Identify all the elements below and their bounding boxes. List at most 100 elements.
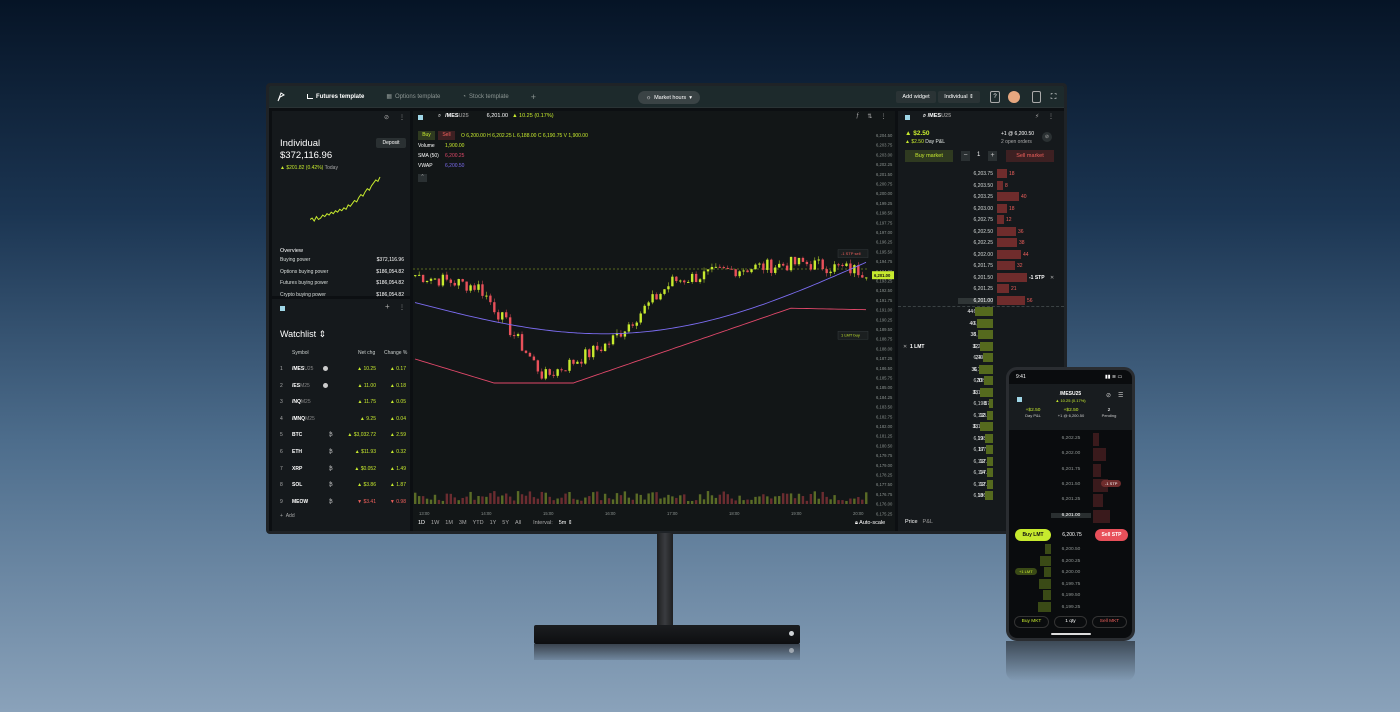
buy-mkt-button[interactable]: Buy MKT [1014, 616, 1049, 628]
tab-futures-template[interactable]: Futures template [296, 86, 375, 108]
phone-ask-row[interactable]: 6,201.25 [1009, 494, 1132, 508]
range-3m[interactable]: 3M [459, 520, 467, 526]
phone-ask-row[interactable]: 6,201.00 [1009, 509, 1132, 523]
watchlist-row[interactable]: 7 XRP ₿ ▲ $0.052 ▲ 1.49 [272, 461, 408, 477]
watchlist-row[interactable]: 8 SOL ₿ ▲ $3.86 ▲ 1.87 [272, 477, 408, 493]
qty-plus-button[interactable]: + [988, 151, 997, 161]
close-icon[interactable]: ✕ [903, 344, 907, 350]
ask-row[interactable]: 6,201.75 32 [898, 260, 1063, 271]
phone-bid-row[interactable]: 6,200.50 [1009, 544, 1132, 556]
phone-lmt-tag[interactable]: +1 LMT [1015, 568, 1037, 575]
help-icon[interactable]: ? [990, 91, 1000, 103]
add-widget-button[interactable]: Add widget [896, 91, 936, 103]
net-change-header[interactable]: Net chg [358, 350, 375, 356]
phone-ask-row[interactable]: 6,202.00 [1009, 448, 1132, 462]
range-all[interactable]: All [515, 520, 521, 526]
ask-row[interactable]: 6,201.25 21 [898, 283, 1063, 294]
orderbook-symbol[interactable]: ⌕ /MESU25 [923, 113, 951, 120]
phone-stp-tag[interactable]: -1 STP [1101, 479, 1122, 487]
qty-minus-button[interactable]: − [961, 151, 970, 161]
ask-row[interactable]: 6,202.00 44 [898, 249, 1063, 260]
range-5y[interactable]: 5Y [502, 520, 509, 526]
lmt-order-tag[interactable]: 1 LMT [910, 344, 924, 350]
ask-row[interactable]: 6,202.25 38 [898, 237, 1063, 248]
phone-ask-row[interactable]: 6,202.25 [1009, 433, 1132, 446]
ask-row[interactable]: 6,203.25 40 [898, 191, 1063, 202]
lmt-order-tag[interactable]: 1 LMT buy [837, 330, 869, 340]
watchlist-row[interactable]: 3/NQM25 ▲ 11.75 ▲ 0.05 [272, 394, 408, 410]
watchlist-row[interactable]: 4/MNQM25 ▲ 9.25 ▲ 0.04 [272, 411, 408, 427]
candlestick-chart[interactable]: 6,204.50 6,203.75 6,203.00 6,202.25 6,201.50… [413, 131, 895, 517]
watchlist-row[interactable]: 2/ESM25 ▲ 11.00 ▲ 0.18 [272, 378, 408, 394]
phone-bid-row[interactable]: 6,199.25 [1009, 601, 1132, 614]
ask-row[interactable]: 6,203.00 18 [898, 203, 1063, 214]
qty-value[interactable]: 1 [977, 152, 980, 158]
phone-bid-row[interactable]: 6,200.00 +1 LMT [1009, 567, 1132, 579]
range-1m[interactable]: 1M [445, 520, 453, 526]
sell-mkt-button[interactable]: Sell MKT [1092, 616, 1127, 628]
ask-row[interactable]: 6,201.00 56 [898, 295, 1063, 306]
watchlist-row[interactable]: 5 BTC ₿ ▲ $3,032.72 ▲ 2.59 [272, 427, 408, 443]
buy-market-button[interactable]: Buy market [905, 150, 953, 162]
tab-price[interactable]: Price [905, 519, 918, 525]
flash-icon[interactable]: ⚡︎ [1035, 113, 1039, 120]
hide-icon[interactable]: ⊘ [384, 114, 389, 121]
ask-row[interactable]: 6,202.50 36 [898, 226, 1063, 237]
range-1d[interactable]: 1D [418, 520, 425, 526]
cancel-orders-icon[interactable]: ⊘ [1042, 132, 1052, 142]
layout-icon[interactable] [1032, 91, 1041, 103]
stp-order-tag[interactable]: -1 STP [1029, 275, 1045, 281]
add-symbol-icon[interactable]: + [385, 302, 390, 311]
phone-ask-row[interactable]: 6,201.75 [1009, 463, 1132, 477]
more-icon[interactable]: ⋮ [1048, 113, 1054, 120]
qty-button[interactable]: 1 qty [1054, 616, 1087, 628]
compare-icon[interactable]: ⇅ [867, 113, 872, 120]
interval-select[interactable]: 5m ⇕ [559, 520, 573, 526]
phone-bid-row[interactable]: 6,199.50 [1009, 590, 1132, 602]
add-tab-icon[interactable]: + [520, 86, 547, 108]
bid-row[interactable]: 6,200.0032✕1 LMT [898, 341, 1063, 352]
watchlist-row[interactable]: 6 ETH ₿ ▲ $11.93 ▲ 0.32 [272, 444, 408, 460]
stp-order-tag[interactable]: -1 STP sell [837, 249, 869, 258]
tab-stock-template[interactable]: ◔ Stock template [451, 86, 519, 108]
more-icon[interactable]: ⋮ [880, 113, 886, 120]
range-1y[interactable]: 1Y [490, 520, 497, 526]
settings-icon[interactable]: ☰ [1118, 392, 1123, 399]
autoscale-toggle[interactable]: 🔒︎ Auto-scale [855, 520, 885, 527]
range-ytd[interactable]: YTD [473, 520, 484, 526]
bid-row[interactable]: 6,199.7524 [898, 352, 1063, 363]
ask-row[interactable]: 6,201.50 -1 STP ✕ [898, 272, 1063, 283]
ask-row[interactable]: 6,203.50 8 [898, 180, 1063, 191]
change-pct-header[interactable]: Change % [384, 350, 407, 356]
fullscreen-icon[interactable]: ⛶ [1049, 91, 1058, 103]
watchlist-row[interactable]: 9 MEOW ₿ ▼ $3.41 ▼ 0.98 [272, 494, 408, 510]
market-hours-button[interactable]: ☼ Market hours ▾ [638, 91, 700, 104]
close-icon[interactable]: ✕ [1050, 275, 1054, 281]
ask-row[interactable]: 6,203.75 18 [898, 168, 1063, 179]
symbol-header[interactable]: Symbol [292, 350, 309, 356]
more-icon[interactable]: ⋮ [399, 304, 405, 311]
phone-bid-row[interactable]: 6,199.75 [1009, 578, 1132, 591]
deposit-button[interactable]: Deposit [376, 138, 406, 148]
buy-lmt-button[interactable]: Buy LMT [1015, 529, 1051, 541]
watchlist-title[interactable]: Watchlist ⇕ [280, 329, 326, 340]
bid-row[interactable]: 6,200.5040 [898, 318, 1063, 329]
bid-row[interactable]: 6,200.2538 [898, 329, 1063, 340]
phone-bid-row[interactable]: 6,200.25 [1009, 555, 1132, 568]
watchlist-row[interactable]: 1/MESU25 ▲ 10.25 ▲ 0.17 [272, 361, 408, 377]
tab-pnl[interactable]: P&L [923, 519, 933, 525]
avatar[interactable] [1008, 91, 1020, 103]
add-watchlist-item[interactable]: + Add [280, 513, 295, 519]
range-1w[interactable]: 1W [431, 520, 439, 526]
tab-options-template[interactable]: ▦ Options template [375, 86, 451, 108]
cancel-icon[interactable]: ⊘ [1106, 392, 1111, 399]
indicator-icon[interactable]: ƒ [856, 113, 859, 120]
account-select[interactable]: Individual ⇕ [938, 91, 980, 103]
app-logo-icon[interactable] [269, 86, 296, 108]
phone-ask-row[interactable]: 6,201.50 -1 STP [1009, 478, 1132, 492]
bid-row[interactable]: 6,200.7544 [898, 306, 1063, 317]
sell-stp-button[interactable]: Sell STP [1095, 529, 1128, 541]
ask-row[interactable]: 6,202.75 12 [898, 214, 1063, 225]
phone-symbol[interactable]: /MESU25 [1009, 391, 1132, 397]
more-icon[interactable]: ⋮ [399, 114, 405, 121]
